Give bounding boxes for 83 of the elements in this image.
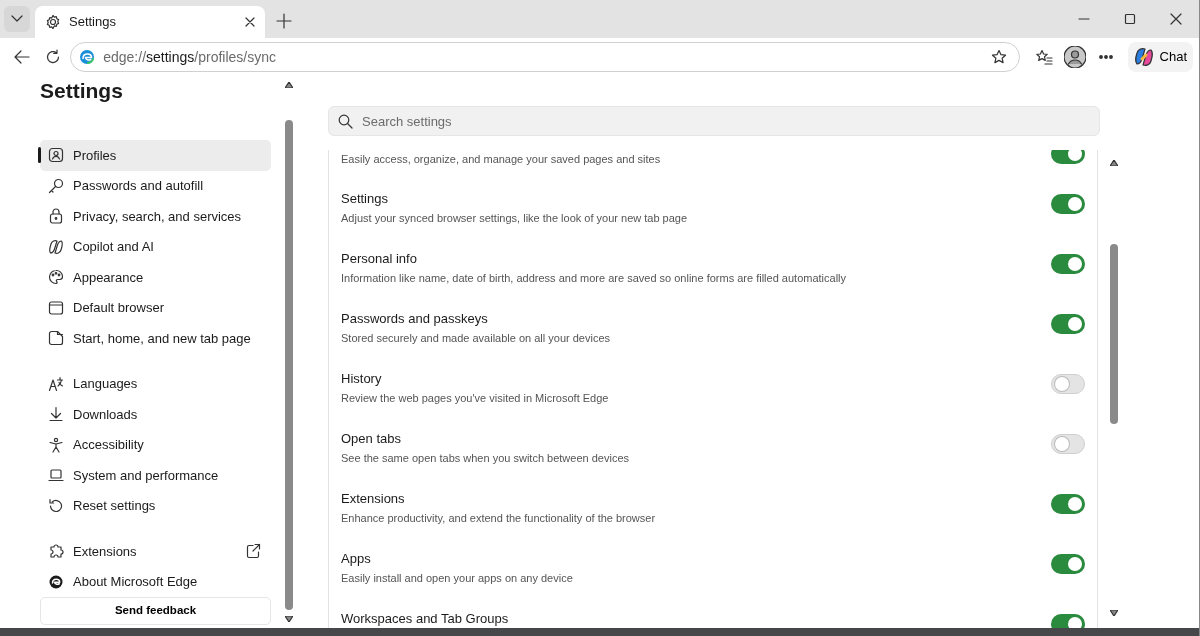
star-icon bbox=[991, 49, 1008, 65]
sidebar-item[interactable]: Privacy, search, and services bbox=[40, 201, 271, 232]
toggle-switch[interactable] bbox=[1051, 150, 1085, 164]
language-icon bbox=[48, 375, 64, 392]
toggle-switch[interactable] bbox=[1051, 434, 1085, 454]
tab-list-button[interactable] bbox=[4, 6, 30, 32]
scroll-down-icon bbox=[285, 616, 293, 622]
setting-description: Easily access, organize, and manage your saved pages and sites bbox=[341, 152, 662, 167]
scroll-up-icon bbox=[285, 82, 293, 88]
setting-description: Adjust your synced browser settings, like the look of your new tab page bbox=[341, 211, 689, 226]
plus-icon bbox=[276, 13, 292, 29]
tab-title: Settings bbox=[69, 13, 117, 32]
setting-title: Personal info bbox=[341, 251, 418, 267]
lock-icon bbox=[48, 208, 64, 225]
laptop-icon bbox=[48, 467, 64, 484]
toggle-switch[interactable] bbox=[1051, 374, 1085, 394]
chat-button[interactable]: Chat bbox=[1127, 42, 1193, 72]
toggle-switch[interactable] bbox=[1051, 554, 1085, 574]
setting-title: Passwords and passkeys bbox=[341, 311, 489, 327]
tab-page-icon bbox=[48, 330, 64, 347]
setting-description: Stored securely and made available on all your devices bbox=[341, 331, 612, 346]
toggle-switch[interactable] bbox=[1051, 194, 1085, 214]
profile-card-icon bbox=[48, 147, 64, 164]
refresh-icon bbox=[44, 49, 61, 65]
setting-title: Open tabs bbox=[341, 431, 402, 447]
sidebar-item[interactable]: About Microsoft Edge bbox=[40, 566, 271, 597]
maximize-icon bbox=[1124, 13, 1136, 25]
star-list-icon bbox=[1034, 49, 1053, 65]
scrollbar-thumb[interactable] bbox=[285, 120, 293, 610]
sidebar-item[interactable]: System and performance bbox=[40, 460, 271, 491]
setting-description: See the same open tabs when you switch between devices bbox=[341, 451, 630, 466]
sidebar-item[interactable]: Downloads bbox=[40, 399, 271, 430]
toggle-switch[interactable] bbox=[1051, 314, 1085, 334]
scroll-up-icon bbox=[1110, 160, 1118, 166]
copilot-outline-icon bbox=[48, 238, 64, 255]
setting-title: Extensions bbox=[341, 491, 406, 507]
reset-icon bbox=[48, 497, 64, 514]
setting-description: Review the web pages you've visited in Microsoft Edge bbox=[341, 391, 610, 406]
palette-icon bbox=[48, 269, 64, 286]
setting-title: Workspaces and Tab Groups bbox=[341, 611, 510, 627]
sidebar-item[interactable]: Start, home, and new tab page bbox=[40, 323, 271, 354]
search-icon bbox=[338, 114, 353, 129]
browser-tab[interactable]: Settings bbox=[35, 6, 265, 38]
toggle-switch[interactable] bbox=[1051, 494, 1085, 514]
feedback-button[interactable]: Send feedback bbox=[40, 597, 271, 625]
gear-icon bbox=[45, 14, 61, 30]
chevron-down-icon bbox=[11, 15, 23, 23]
accessibility-icon bbox=[48, 436, 64, 453]
scroll-down-icon bbox=[1110, 610, 1118, 616]
setting-title: Settings bbox=[341, 191, 389, 207]
sidebar-item[interactable]: Copilot and AI bbox=[40, 231, 271, 262]
download-icon bbox=[48, 406, 64, 423]
close-icon bbox=[245, 17, 255, 27]
url-text: edge://settings/profiles/sync bbox=[103, 47, 277, 67]
browser-window-icon bbox=[48, 299, 64, 316]
back-arrow-icon bbox=[13, 50, 30, 64]
sidebar-item[interactable]: Languages bbox=[40, 368, 271, 399]
setting-title: History bbox=[341, 371, 383, 387]
search-field[interactable]: Search settings bbox=[328, 106, 1100, 136]
toggle-switch[interactable] bbox=[1051, 254, 1085, 274]
close-tab-button[interactable] bbox=[245, 17, 255, 27]
setting-description: Enhance productivity, and extend the functionality of the browser bbox=[341, 511, 657, 526]
browser-logo-icon bbox=[48, 573, 64, 590]
copilot-icon bbox=[1133, 47, 1154, 67]
avatar-icon bbox=[1063, 46, 1086, 68]
key-icon bbox=[48, 177, 64, 194]
sidebar-item[interactable]: Extensions bbox=[40, 536, 271, 567]
sidebar-item[interactable]: Appearance bbox=[40, 262, 271, 293]
sidebar-item[interactable]: Profiles bbox=[40, 140, 271, 171]
sidebar-item[interactable]: Reset settings bbox=[40, 490, 271, 521]
browser-logo-icon bbox=[79, 49, 96, 65]
close-icon bbox=[1170, 13, 1182, 25]
puzzle-icon bbox=[48, 543, 64, 560]
setting-description: Easily install and open your apps on any device bbox=[341, 571, 574, 586]
page-title: Settings bbox=[40, 78, 124, 104]
sidebar-item[interactable]: Accessibility bbox=[40, 429, 271, 460]
setting-description: Information like name, date of birth, address and more are saved so online forms are filled automatically bbox=[341, 271, 848, 286]
sidebar-item[interactable]: Passwords and autofill bbox=[40, 170, 271, 201]
scrollbar-thumb[interactable] bbox=[1110, 244, 1118, 424]
more-icon bbox=[1099, 55, 1113, 59]
setting-title: Apps bbox=[341, 551, 372, 567]
sidebar-item[interactable]: Default browser bbox=[40, 292, 271, 323]
toggle-switch[interactable] bbox=[1051, 614, 1085, 628]
